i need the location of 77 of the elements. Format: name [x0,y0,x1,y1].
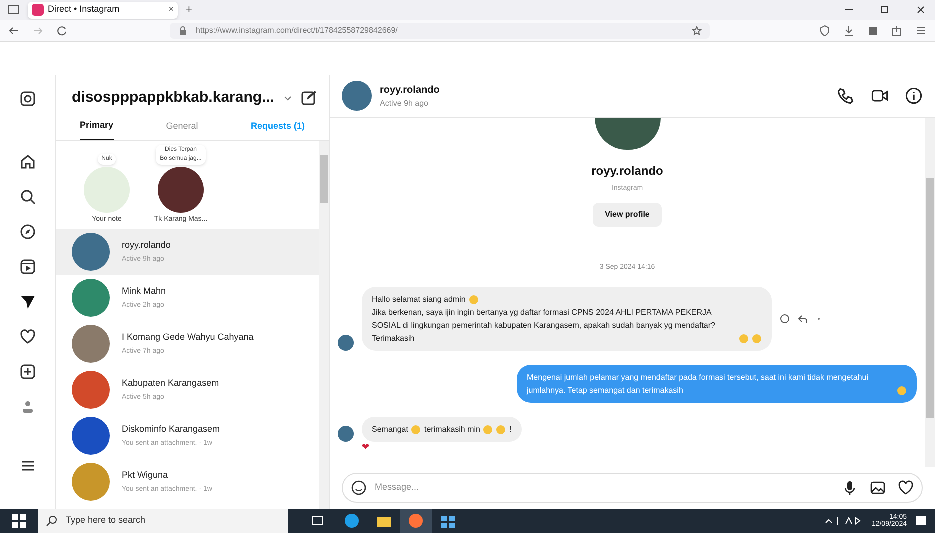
menu-icon[interactable] [915,24,927,36]
contact-name: Pkt Wiguna [122,468,170,482]
message-text: Semangat [372,424,408,436]
microphone-icon[interactable] [842,480,858,496]
firefox-icon [408,513,424,529]
heart-icon[interactable] [898,480,914,496]
message-text: terimakasih min [424,424,480,436]
contact-name: Diskominfo Karangasem [122,422,220,436]
profile-username: royy.rolando [592,163,664,180]
browser-tab[interactable]: Direct • Instagram × [28,2,178,18]
emoji-icon [483,425,494,435]
phone-icon[interactable] [837,87,855,105]
message-text: Hallo selamat siang admin [372,294,466,306]
search-icon [46,515,58,527]
message-input[interactable]: Message... [375,481,834,495]
message-text: ! [509,424,512,436]
tabs-icon[interactable] [8,4,20,16]
message-text: Jika berkenan, saya ijin ingin bertanya yg daftar formasi CPNS 2024 AHLI PERTAMA PEKERJA SOSIAL di lingkungan pemerintah kabupaten Karangasem, apakah sudah banyak yg mendaftar? Terimakasih [372,307,716,345]
close-tab-button[interactable]: × [168,3,174,17]
inbox-tab[interactable]: General [166,113,198,140]
info-icon[interactable] [905,87,923,105]
avatar-photo[interactable] [338,426,354,442]
message-text: Mengenai jumlah pelamar yang mendaftar pada formasi tersebut, saat ini kami tidak mengetahui jumlahnya. Tetap semangat dan terimakasih [527,372,870,397]
windows-start-icon[interactable] [12,514,26,528]
avatar-photo[interactable] [338,335,354,351]
compose-icon[interactable] [300,90,317,106]
search-icon[interactable] [20,189,36,205]
image-icon[interactable] [870,480,886,496]
create-icon[interactable] [20,364,36,380]
emoji-icon[interactable] [351,480,367,496]
reels-icon[interactable] [20,259,36,275]
restore-icon[interactable] [879,4,891,16]
active-status: Active 9h ago [380,98,430,110]
emoji-icon [496,425,506,435]
contact-name: Mink Mahn [122,284,166,298]
scrollbar-thumb[interactable] [320,155,328,203]
address-bar[interactable]: https://www.instagram.com/direct/t/17842558729842669/ [170,22,710,38]
edge-browser-icon[interactable] [344,513,360,529]
new-tab-button[interactable]: + [186,2,192,18]
scrollbar-thumb[interactable] [926,178,934,418]
store-icon[interactable] [440,513,456,529]
instagram-icon [32,4,44,16]
heart-reaction: ❤ [362,442,370,455]
emoji-icon [468,295,479,305]
home-icon[interactable] [20,154,36,170]
lock-icon [178,26,188,36]
chat-username[interactable]: royy.rolando [380,82,440,98]
share-icon[interactable] [891,24,903,36]
reply-icon[interactable] [798,314,808,324]
close-icon[interactable] [915,4,927,16]
contact-name: I Komang Gede Wahyu Cahyana [122,330,254,344]
view-profile-button[interactable]: View profile [593,202,662,226]
react-icon[interactable] [780,314,790,324]
back-icon[interactable] [8,24,20,36]
send-icon[interactable] [20,294,36,310]
firefox-taskbar-button[interactable] [400,509,432,533]
avatar-photo[interactable] [342,81,372,111]
avatar-photo[interactable] [158,166,204,212]
download-icon[interactable] [843,24,855,36]
compass-icon[interactable] [20,224,36,240]
account-username[interactable]: disospppappkbkab.karang... [72,86,275,110]
tab-title: Direct • Instagram [48,3,121,16]
star-icon[interactable] [692,26,702,36]
message-field[interactable]: Message... [342,473,923,503]
heart-icon[interactable] [20,329,36,345]
taskbar-search-field[interactable]: Type here to search [38,509,288,533]
notification-icon[interactable] [915,515,927,527]
instagram-logo-icon[interactable] [20,91,36,107]
task-view-icon[interactable] [312,515,324,527]
contact-name: Kabupaten Karangasem [122,376,220,390]
video-camera-icon[interactable] [871,87,889,105]
emoji-icon [411,425,422,435]
inbox-tab[interactable]: Primary [80,113,114,140]
reload-icon[interactable] [56,24,68,36]
contact-name: royy.rolando [122,238,171,252]
shield-icon[interactable] [819,24,831,36]
emoji-icon [897,386,907,396]
